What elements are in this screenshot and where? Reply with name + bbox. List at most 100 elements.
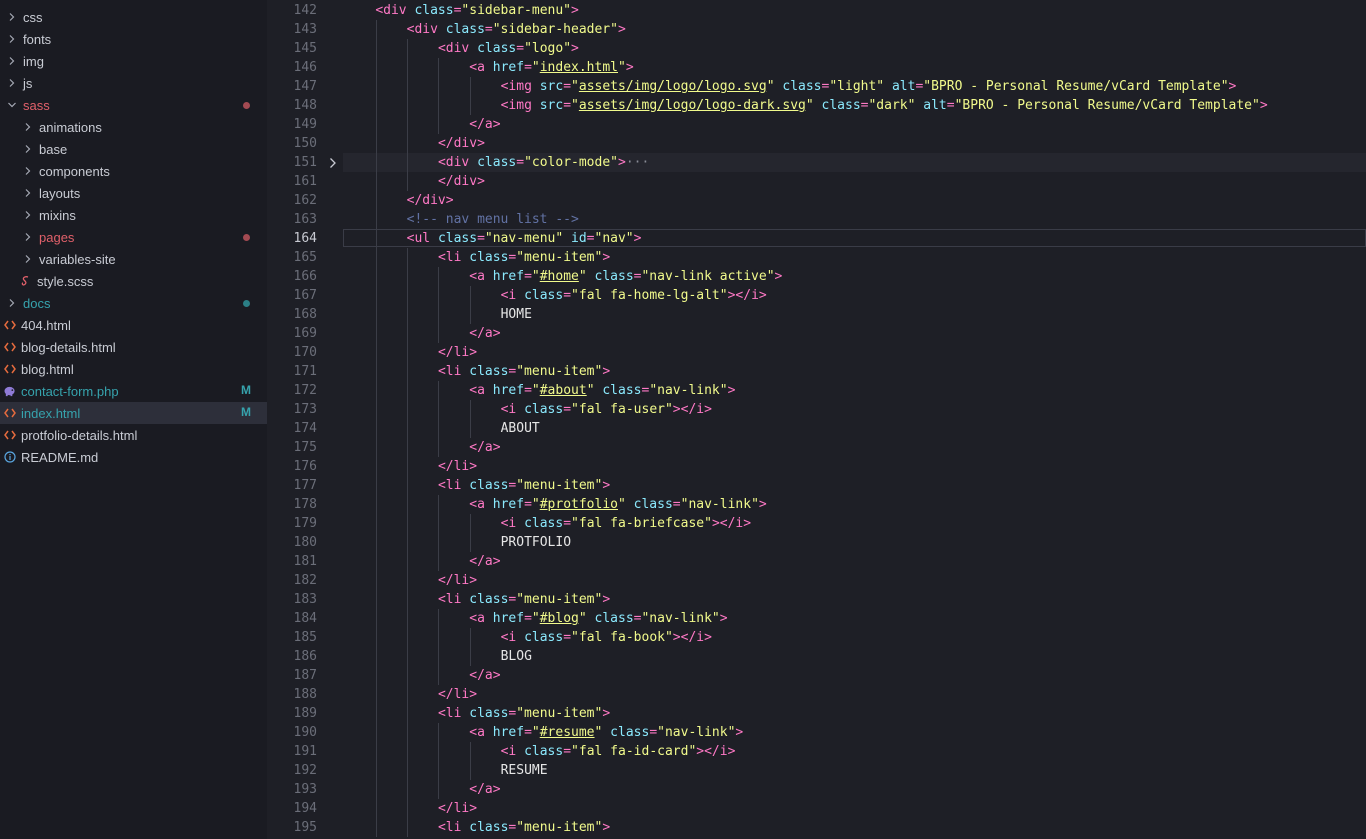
explorer-item-css[interactable]: css (0, 6, 267, 28)
explorer-item-js[interactable]: js (0, 72, 267, 94)
code-line[interactable]: 162 </div> (267, 191, 1366, 210)
code-line[interactable]: 195 <li class="menu-item"> (267, 818, 1366, 837)
code-line[interactable]: 178 <a href="#protfolio" class="nav-link"… (267, 495, 1366, 514)
line-number: 149 (293, 117, 317, 132)
code-line[interactable]: 150 </div> (267, 134, 1366, 153)
code-line[interactable]: 148 <img src="assets/img/logo/logo-dark.s… (267, 96, 1366, 115)
explorer-item-animations[interactable]: animations (0, 116, 267, 138)
line-number: 172 (293, 383, 317, 398)
chevron-right-icon[interactable] (23, 165, 33, 177)
explorer-item-fonts[interactable]: fonts (0, 28, 267, 50)
indent-guide (438, 324, 440, 343)
code-line[interactable]: 145 <div class="logo"> (267, 39, 1366, 58)
code-token: "color-mode" (524, 155, 618, 170)
explorer-item-variables-site[interactable]: variables-site (0, 248, 267, 270)
code-line[interactable]: 191 <i class="fal fa-id-card"></i> (267, 742, 1366, 761)
code-line[interactable]: 169 </a> (267, 324, 1366, 343)
chevron-right-icon[interactable] (7, 297, 17, 309)
chevron-right-icon[interactable] (7, 77, 17, 89)
chevron-down-icon[interactable] (7, 99, 17, 111)
chevron-right-icon[interactable] (7, 55, 17, 67)
code-line[interactable]: 176 </li> (267, 457, 1366, 476)
code-line[interactable]: 143 <div class="sidebar-header"> (267, 20, 1366, 39)
code-line[interactable]: 165 <li class="menu-item"> (267, 248, 1366, 267)
indent-guide (375, 58, 377, 77)
chevron-right-icon[interactable] (7, 33, 17, 45)
chevron-right-icon[interactable] (7, 11, 17, 23)
code-line[interactable]: 182 </li> (267, 571, 1366, 590)
chevron-right-icon[interactable] (23, 231, 33, 243)
explorer-item-sass[interactable]: sass (0, 94, 267, 116)
indent-guide (407, 628, 409, 647)
code-line[interactable]: 164 <ul class="nav-menu" id="nav"> (267, 229, 1366, 248)
indent-guide (375, 419, 377, 438)
code-line[interactable]: 173 <i class="fal fa-user"></i> (267, 400, 1366, 419)
code-line[interactable]: 183 <li class="menu-item"> (267, 590, 1366, 609)
html-file-icon (4, 407, 16, 419)
code-line[interactable]: 185 <i class="fal fa-book"></i> (267, 628, 1366, 647)
indent-guide (438, 495, 440, 514)
explorer-item-base[interactable]: base (0, 138, 267, 160)
explorer-item-blog-details-html[interactable]: blog-details.html (0, 336, 267, 358)
code-line[interactable]: 179 <i class="fal fa-briefcase"></i> (267, 514, 1366, 533)
code-line[interactable]: 189 <li class="menu-item"> (267, 704, 1366, 723)
code-text: </a> (469, 666, 500, 685)
code-line[interactable]: 190 <a href="#resume" class="nav-link"> (267, 723, 1366, 742)
code-line[interactable]: 177 <li class="menu-item"> (267, 476, 1366, 495)
code-line[interactable]: 186 BLOG (267, 647, 1366, 666)
indent-guide (375, 305, 377, 324)
explorer-item-pages[interactable]: pages (0, 226, 267, 248)
code-line[interactable]: 181 </a> (267, 552, 1366, 571)
chevron-right-icon[interactable] (23, 209, 33, 221)
code-line[interactable]: 147 <img src="assets/img/logo/logo.svg" c… (267, 77, 1366, 96)
explorer-item-mixins[interactable]: mixins (0, 204, 267, 226)
code-line[interactable]: 174 ABOUT (267, 419, 1366, 438)
line-number: 168 (293, 307, 317, 322)
explorer-item-blog-html[interactable]: blog.html (0, 358, 267, 380)
code-line[interactable]: 170 </li> (267, 343, 1366, 362)
code-line[interactable]: 180 PROTFOLIO (267, 533, 1366, 552)
code-line[interactable]: 192 RESUME (267, 761, 1366, 780)
chevron-right-icon[interactable] (23, 187, 33, 199)
code-line[interactable]: 175 </a> (267, 438, 1366, 457)
code-line[interactable]: 194 </li> (267, 799, 1366, 818)
explorer-item-404-html[interactable]: 404.html (0, 314, 267, 336)
chevron-right-icon[interactable] (23, 143, 33, 155)
explorer-item-readme-md[interactable]: README.md (0, 446, 267, 468)
code-text: </div> (407, 191, 454, 210)
chevron-right-icon[interactable] (23, 121, 33, 133)
code-line[interactable]: 184 <a href="#blog" class="nav-link"> (267, 609, 1366, 628)
explorer-item-style-scss[interactable]: style.scss (0, 270, 267, 292)
explorer-item-index-html[interactable]: index.html M (0, 402, 267, 424)
explorer-item-layouts[interactable]: layouts (0, 182, 267, 204)
chevron-right-icon[interactable] (23, 253, 33, 265)
code-text: </li> (438, 343, 477, 362)
code-line[interactable]: 146 <a href="index.html"> (267, 58, 1366, 77)
code-line[interactable]: 167 <i class="fal fa-home-lg-alt"></i> (267, 286, 1366, 305)
code-editor[interactable]: 142 <div class="sidebar-menu"> 143 <div cla… (267, 0, 1366, 839)
code-line[interactable]: 193 </a> (267, 780, 1366, 799)
explorer-item-contact-form-php[interactable]: contact-form.php M (0, 380, 267, 402)
code-line[interactable]: 187 </a> (267, 666, 1366, 685)
line-number: 169 (293, 326, 317, 341)
git-status-badge: M (241, 405, 251, 419)
indent-guide (407, 96, 409, 115)
indent-guide (469, 96, 471, 115)
explorer-item-protfolio-details-html[interactable]: protfolio-details.html (0, 424, 267, 446)
code-token: = (563, 288, 572, 303)
code-line[interactable]: 171 <li class="menu-item"> (267, 362, 1366, 381)
code-text: HOME (501, 305, 532, 324)
code-line[interactable]: 166 <a href="#home" class="nav-link activ… (267, 267, 1366, 286)
code-line[interactable]: 163 <!-- nav menu list --> (267, 210, 1366, 229)
code-line[interactable]: 149 </a> (267, 115, 1366, 134)
code-line[interactable]: 172 <a href="#about" class="nav-link"> (267, 381, 1366, 400)
explorer-item-img[interactable]: img (0, 50, 267, 72)
explorer-item-components[interactable]: components (0, 160, 267, 182)
code-text: </a> (469, 438, 500, 457)
explorer-item-docs[interactable]: docs (0, 292, 267, 314)
code-line[interactable]: 188 </li> (267, 685, 1366, 704)
code-line[interactable]: 151 <div class="color-mode">··· (267, 153, 1366, 172)
code-line[interactable]: 161 </div> (267, 172, 1366, 191)
code-line[interactable]: 168 HOME (267, 305, 1366, 324)
code-line[interactable]: 142 <div class="sidebar-menu"> (267, 1, 1366, 20)
